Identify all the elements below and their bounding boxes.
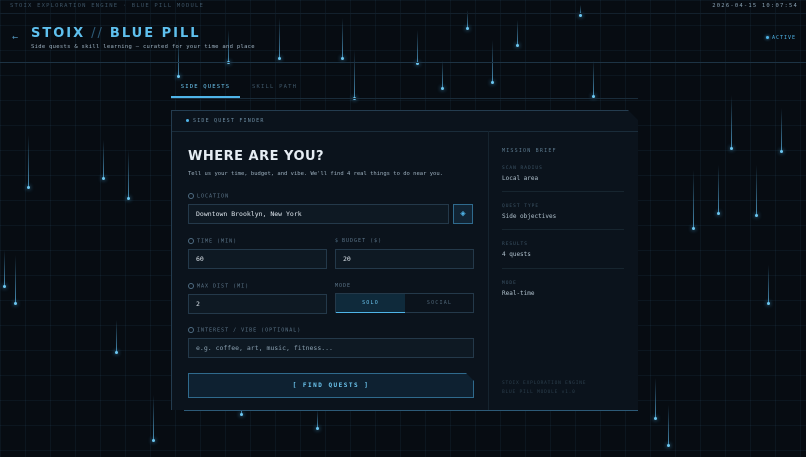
- brief-value-results: 4 quests: [502, 251, 531, 258]
- brief-divider: [502, 268, 624, 269]
- panel-header-label: SIDE QUEST FINDER: [193, 118, 265, 124]
- budget-input[interactable]: 20: [335, 249, 474, 269]
- brief-footer-engine: STOIX EXPLORATION ENGINE: [502, 381, 587, 386]
- interest-label: INTEREST / VIBE (OPTIONAL): [197, 327, 302, 334]
- max-dist-label-wrap: MAX DIST (MI): [188, 283, 249, 290]
- spark-icon: [188, 327, 194, 333]
- panel-divider: [488, 131, 489, 410]
- arrow-left-icon[interactable]: ←: [12, 32, 18, 43]
- locate-button[interactable]: ◈: [453, 204, 473, 224]
- panel-header-label-wrap: SIDE QUEST FINDER: [186, 118, 265, 124]
- budget-label: BUDGET ($): [342, 238, 383, 244]
- status-dot-icon: [765, 36, 769, 39]
- brief-key-quest-type: QUEST TYPE: [502, 204, 540, 209]
- brief-key-mode: MODE: [502, 281, 517, 286]
- title-separator: //: [91, 26, 104, 41]
- mode-label: MODE: [335, 283, 352, 289]
- budget-label-wrap: $ BUDGET ($): [335, 238, 382, 244]
- system-clock: 2026-04-15 10:07:54: [712, 3, 798, 9]
- form-description: Tell us your time, budget, and vibe. We'…: [188, 171, 443, 177]
- max-dist-label: MAX DIST (MI): [197, 283, 250, 290]
- brief-value-scan-radius: Local area: [502, 175, 539, 182]
- system-bar-title: STOIX EXPLORATION ENGINE · BLUE PILL MOD…: [10, 3, 204, 9]
- page-header: ← STOIX // BLUE PILL Side quests & skill l…: [0, 14, 806, 63]
- mode-social-button[interactable]: SOCIAL: [405, 294, 474, 312]
- form-heading: WHERE ARE YOU?: [188, 149, 325, 164]
- panel-bottom-accent: [184, 410, 638, 411]
- panel-header: SIDE QUEST FINDER: [172, 111, 638, 132]
- mode-toggle: SOLO SOCIAL: [335, 293, 474, 313]
- interest-input[interactable]: e.g. coffee, art, music, fitness...: [188, 338, 474, 358]
- status-badge: ACTIVE: [765, 35, 796, 41]
- location-label-wrap: LOCATION: [188, 193, 229, 200]
- brief-divider: [502, 229, 624, 230]
- tab-bar: SIDE QUESTS SKILL PATH: [171, 84, 638, 99]
- tab-skill-path[interactable]: SKILL PATH: [252, 84, 297, 96]
- brief-value-quest-type: Side objectives: [502, 213, 557, 220]
- max-dist-input[interactable]: 2: [188, 294, 327, 314]
- mode-solo-button[interactable]: SOLO: [336, 294, 405, 313]
- brief-key-results: RESULTS: [502, 242, 528, 247]
- side-quest-finder-panel: SIDE QUEST FINDER WHERE ARE YOU? Tell us…: [171, 110, 638, 410]
- time-label: TIME (MIN): [197, 238, 238, 245]
- brief-footer-module: BLUE PILL MODULE v1.0: [502, 390, 576, 395]
- brief-divider: [502, 191, 624, 192]
- title-brand: STOIX: [31, 26, 86, 41]
- dollar-icon: $: [335, 238, 340, 244]
- diamond-locate-icon: ◈: [460, 209, 466, 219]
- tab-side-quests[interactable]: SIDE QUESTS: [171, 84, 240, 98]
- title-module: BLUE PILL: [109, 26, 201, 41]
- interest-label-wrap: INTEREST / VIBE (OPTIONAL): [188, 327, 301, 334]
- radius-icon: [188, 283, 194, 289]
- clock-icon: [188, 238, 194, 244]
- status-label: ACTIVE: [771, 35, 796, 41]
- find-quests-button[interactable]: [ FIND QUESTS ]: [188, 373, 474, 398]
- time-input[interactable]: 60: [188, 249, 327, 269]
- panel-status-dot-icon: [186, 119, 189, 122]
- location-input[interactable]: Downtown Brooklyn, New York: [188, 204, 449, 224]
- brief-value-mode: Real-time: [502, 290, 535, 297]
- mission-brief-title: MISSION BRIEF: [502, 148, 557, 154]
- system-bar: STOIX EXPLORATION ENGINE · BLUE PILL MOD…: [0, 0, 806, 14]
- pin-icon: [188, 193, 194, 199]
- page-title: STOIX // BLUE PILL: [31, 26, 201, 41]
- time-label-wrap: TIME (MIN): [188, 238, 237, 245]
- brief-key-scan-radius: SCAN RADIUS: [502, 166, 543, 171]
- location-label: LOCATION: [197, 193, 230, 200]
- page-subtitle: Side quests & skill learning — curated f…: [31, 44, 255, 50]
